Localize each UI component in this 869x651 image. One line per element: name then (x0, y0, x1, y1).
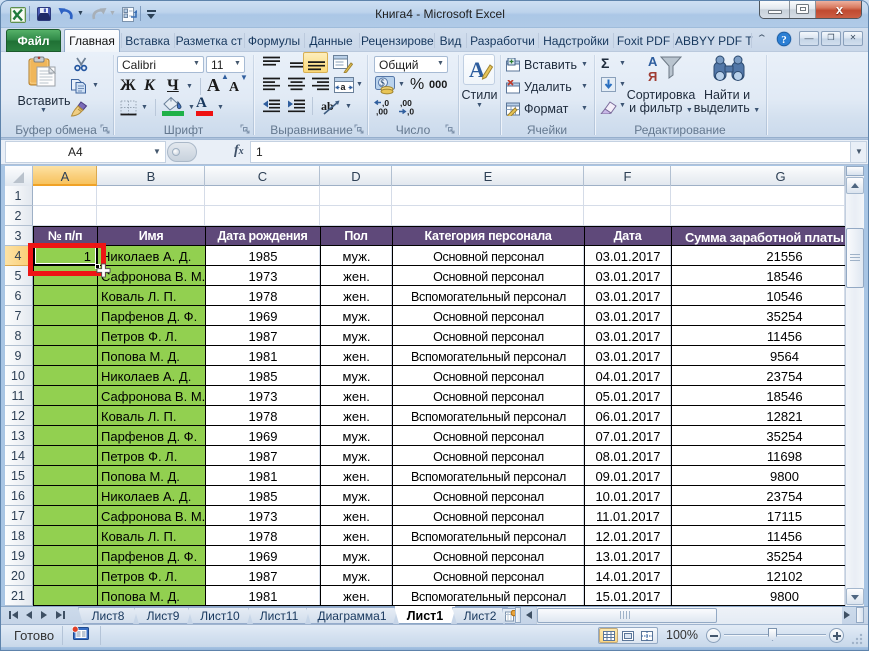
svg-text:,0: ,0 (407, 107, 414, 117)
svg-text:А: А (648, 54, 658, 69)
svg-text:,00: ,00 (376, 107, 388, 117)
svg-text:?: ? (781, 34, 787, 46)
svg-text:Я: Я (648, 69, 657, 84)
